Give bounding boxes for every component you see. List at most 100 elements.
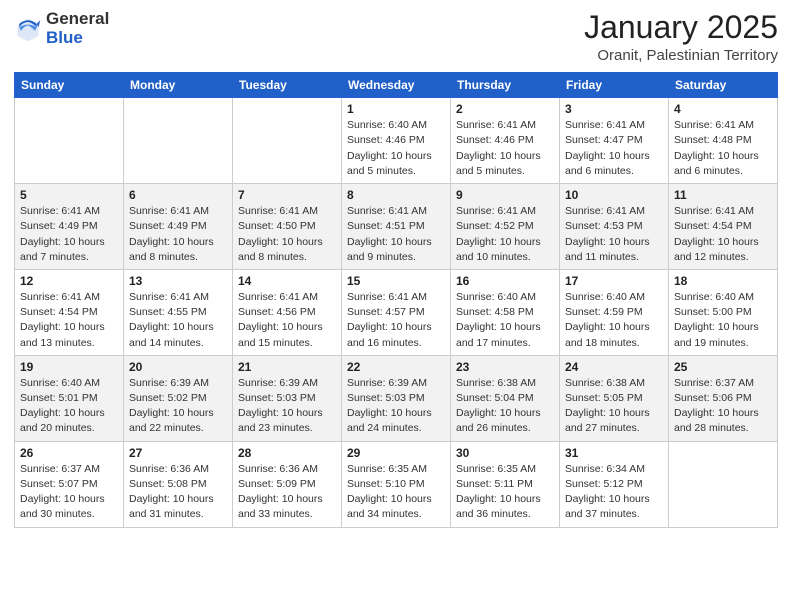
day-info: Sunrise: 6:41 AM Sunset: 4:54 PM Dayligh… <box>674 204 772 265</box>
day-info: Sunrise: 6:41 AM Sunset: 4:53 PM Dayligh… <box>565 204 663 265</box>
day-number: 27 <box>129 446 227 460</box>
weekday-header-wednesday: Wednesday <box>342 73 451 98</box>
day-info: Sunrise: 6:41 AM Sunset: 4:50 PM Dayligh… <box>238 204 336 265</box>
day-number: 2 <box>456 102 554 116</box>
day-number: 18 <box>674 274 772 288</box>
day-number: 26 <box>20 446 118 460</box>
logo-blue-text: Blue <box>46 29 109 48</box>
title-block: January 2025 Oranit, Palestinian Territo… <box>584 10 778 64</box>
calendar-cell <box>124 98 233 184</box>
day-number: 23 <box>456 360 554 374</box>
calendar-cell: 13 Sunrise: 6:41 AM Sunset: 4:55 PM Dayli… <box>124 269 233 355</box>
day-number: 24 <box>565 360 663 374</box>
day-number: 13 <box>129 274 227 288</box>
page: General Blue January 2025 Oranit, Palest… <box>0 0 792 612</box>
calendar-week-row: 1 Sunrise: 6:40 AM Sunset: 4:46 PM Daylig… <box>15 98 778 184</box>
day-number: 17 <box>565 274 663 288</box>
calendar-cell <box>233 98 342 184</box>
day-number: 19 <box>20 360 118 374</box>
calendar-cell: 14Sunrise: 6:41 AM Sunset: 4:56 PM Dayli… <box>233 269 342 355</box>
calendar-cell: 2 Sunrise: 6:41 AM Sunset: 4:46 PM Daylig… <box>451 98 560 184</box>
calendar-cell: 29 Sunrise: 6:35 AM Sunset: 5:10 PM Dayli… <box>342 441 451 527</box>
day-info: Sunrise: 6:41 AM Sunset: 4:49 PM Dayligh… <box>129 204 227 265</box>
calendar-cell: 21Sunrise: 6:39 AM Sunset: 5:03 PM Dayli… <box>233 355 342 441</box>
day-number: 22 <box>347 360 445 374</box>
day-number: 12 <box>20 274 118 288</box>
day-number: 25 <box>674 360 772 374</box>
day-info: Sunrise: 6:36 AM Sunset: 5:09 PM Dayligh… <box>238 462 336 523</box>
weekday-header-thursday: Thursday <box>451 73 560 98</box>
day-info: Sunrise: 6:35 AM Sunset: 5:10 PM Dayligh… <box>347 462 445 523</box>
day-number: 15 <box>347 274 445 288</box>
day-info: Sunrise: 6:35 AM Sunset: 5:11 PM Dayligh… <box>456 462 554 523</box>
calendar-body: 1 Sunrise: 6:40 AM Sunset: 4:46 PM Daylig… <box>15 98 778 527</box>
weekday-header-friday: Friday <box>560 73 669 98</box>
calendar-week-row: 26 Sunrise: 6:37 AM Sunset: 5:07 PM Dayli… <box>15 441 778 527</box>
calendar-cell: 18Sunrise: 6:40 AM Sunset: 5:00 PM Dayli… <box>669 269 778 355</box>
day-number: 3 <box>565 102 663 116</box>
day-number: 8 <box>347 188 445 202</box>
calendar-cell: 9 Sunrise: 6:41 AM Sunset: 4:52 PM Daylig… <box>451 184 560 270</box>
calendar-cell: 5Sunrise: 6:41 AM Sunset: 4:49 PM Daylig… <box>15 184 124 270</box>
day-info: Sunrise: 6:38 AM Sunset: 5:04 PM Dayligh… <box>456 376 554 437</box>
day-info: Sunrise: 6:41 AM Sunset: 4:48 PM Dayligh… <box>674 118 772 179</box>
calendar-cell: 11 Sunrise: 6:41 AM Sunset: 4:54 PM Dayli… <box>669 184 778 270</box>
day-info: Sunrise: 6:41 AM Sunset: 4:56 PM Dayligh… <box>238 290 336 351</box>
day-info: Sunrise: 6:40 AM Sunset: 4:46 PM Dayligh… <box>347 118 445 179</box>
header: General Blue January 2025 Oranit, Palest… <box>14 10 778 64</box>
weekday-header-saturday: Saturday <box>669 73 778 98</box>
day-info: Sunrise: 6:41 AM Sunset: 4:51 PM Dayligh… <box>347 204 445 265</box>
calendar-cell: 22 Sunrise: 6:39 AM Sunset: 5:03 PM Dayli… <box>342 355 451 441</box>
calendar-cell: 8 Sunrise: 6:41 AM Sunset: 4:51 PM Daylig… <box>342 184 451 270</box>
calendar-cell: 25Sunrise: 6:37 AM Sunset: 5:06 PM Dayli… <box>669 355 778 441</box>
day-info: Sunrise: 6:41 AM Sunset: 4:47 PM Dayligh… <box>565 118 663 179</box>
day-info: Sunrise: 6:34 AM Sunset: 5:12 PM Dayligh… <box>565 462 663 523</box>
calendar-cell <box>669 441 778 527</box>
weekday-header-monday: Monday <box>124 73 233 98</box>
day-number: 7 <box>238 188 336 202</box>
weekday-header-row: SundayMondayTuesdayWednesdayThursdayFrid… <box>15 73 778 98</box>
day-info: Sunrise: 6:36 AM Sunset: 5:08 PM Dayligh… <box>129 462 227 523</box>
calendar-cell: 12 Sunrise: 6:41 AM Sunset: 4:54 PM Dayli… <box>15 269 124 355</box>
day-info: Sunrise: 6:41 AM Sunset: 4:46 PM Dayligh… <box>456 118 554 179</box>
calendar-cell: 15 Sunrise: 6:41 AM Sunset: 4:57 PM Dayli… <box>342 269 451 355</box>
day-number: 5 <box>20 188 118 202</box>
calendar-cell: 30Sunrise: 6:35 AM Sunset: 5:11 PM Dayli… <box>451 441 560 527</box>
day-info: Sunrise: 6:39 AM Sunset: 5:02 PM Dayligh… <box>129 376 227 437</box>
day-number: 28 <box>238 446 336 460</box>
day-info: Sunrise: 6:41 AM Sunset: 4:52 PM Dayligh… <box>456 204 554 265</box>
day-number: 1 <box>347 102 445 116</box>
calendar-cell: 24Sunrise: 6:38 AM Sunset: 5:05 PM Dayli… <box>560 355 669 441</box>
day-info: Sunrise: 6:37 AM Sunset: 5:07 PM Dayligh… <box>20 462 118 523</box>
day-number: 20 <box>129 360 227 374</box>
day-number: 11 <box>674 188 772 202</box>
day-number: 29 <box>347 446 445 460</box>
calendar-cell: 19Sunrise: 6:40 AM Sunset: 5:01 PM Dayli… <box>15 355 124 441</box>
calendar-cell: 27 Sunrise: 6:36 AM Sunset: 5:08 PM Dayli… <box>124 441 233 527</box>
calendar-cell: 1 Sunrise: 6:40 AM Sunset: 4:46 PM Daylig… <box>342 98 451 184</box>
day-info: Sunrise: 6:41 AM Sunset: 4:57 PM Dayligh… <box>347 290 445 351</box>
calendar-week-row: 12 Sunrise: 6:41 AM Sunset: 4:54 PM Dayli… <box>15 269 778 355</box>
calendar-cell: 6 Sunrise: 6:41 AM Sunset: 4:49 PM Daylig… <box>124 184 233 270</box>
day-info: Sunrise: 6:40 AM Sunset: 4:59 PM Dayligh… <box>565 290 663 351</box>
day-info: Sunrise: 6:39 AM Sunset: 5:03 PM Dayligh… <box>347 376 445 437</box>
calendar-table: SundayMondayTuesdayWednesdayThursdayFrid… <box>14 72 778 527</box>
day-info: Sunrise: 6:41 AM Sunset: 4:54 PM Dayligh… <box>20 290 118 351</box>
day-number: 21 <box>238 360 336 374</box>
calendar-header: SundayMondayTuesdayWednesdayThursdayFrid… <box>15 73 778 98</box>
day-info: Sunrise: 6:41 AM Sunset: 4:55 PM Dayligh… <box>129 290 227 351</box>
calendar-cell: 10Sunrise: 6:41 AM Sunset: 4:53 PM Dayli… <box>560 184 669 270</box>
calendar-cell: 23 Sunrise: 6:38 AM Sunset: 5:04 PM Dayli… <box>451 355 560 441</box>
calendar-cell: 20 Sunrise: 6:39 AM Sunset: 5:02 PM Dayli… <box>124 355 233 441</box>
day-number: 6 <box>129 188 227 202</box>
day-number: 9 <box>456 188 554 202</box>
main-title: January 2025 <box>584 10 778 45</box>
day-number: 4 <box>674 102 772 116</box>
calendar-cell: 16Sunrise: 6:40 AM Sunset: 4:58 PM Dayli… <box>451 269 560 355</box>
calendar-cell: 31 Sunrise: 6:34 AM Sunset: 5:12 PM Dayli… <box>560 441 669 527</box>
subtitle: Oranit, Palestinian Territory <box>584 47 778 64</box>
calendar-cell: 3 Sunrise: 6:41 AM Sunset: 4:47 PM Daylig… <box>560 98 669 184</box>
logo-text: General Blue <box>46 10 109 47</box>
day-number: 31 <box>565 446 663 460</box>
calendar-week-row: 19Sunrise: 6:40 AM Sunset: 5:01 PM Dayli… <box>15 355 778 441</box>
